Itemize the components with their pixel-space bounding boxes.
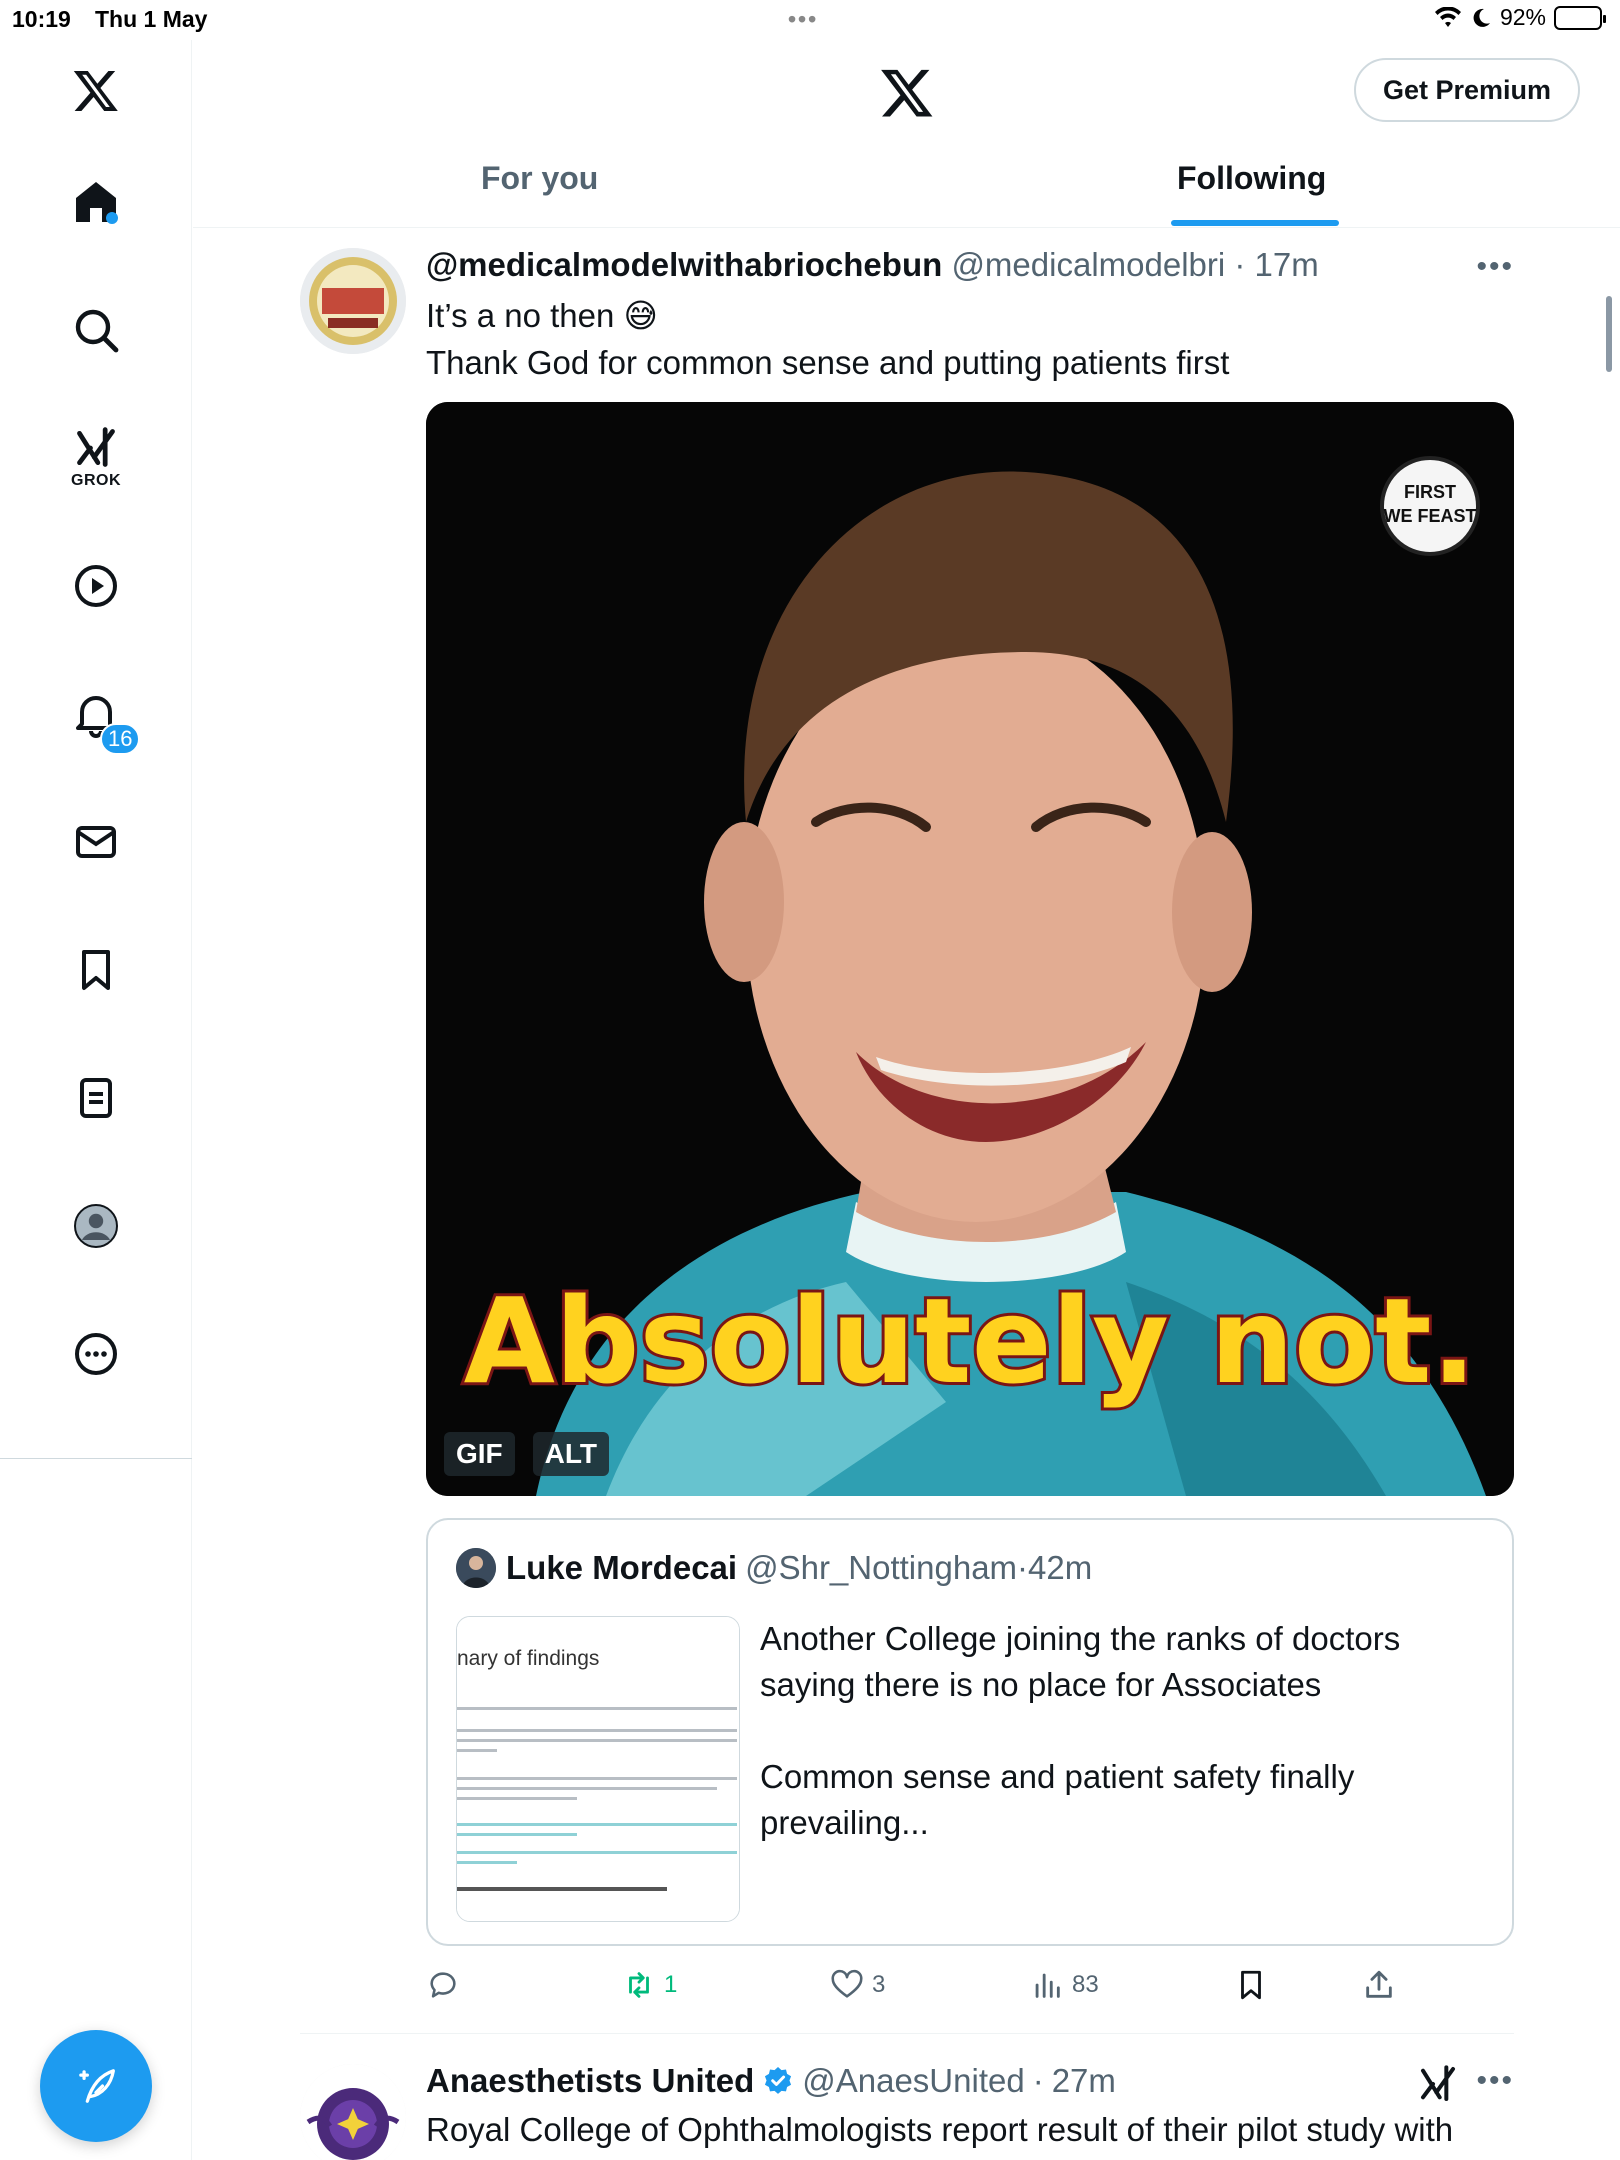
gif-badge: GIF — [444, 1432, 515, 1476]
lists-icon[interactable] — [56, 1058, 136, 1138]
tweet-text-line: Thank God for common sense and putting p… — [426, 344, 1230, 381]
author-name[interactable]: Anaesthetists United — [426, 2062, 754, 2100]
status-time: 10:19 — [12, 6, 71, 32]
like-button[interactable]: 3 — [830, 1968, 885, 2002]
compose-button[interactable] — [40, 2030, 152, 2142]
status-date: Thu 1 May — [95, 6, 208, 32]
quoted-tweet-header: Luke Mordecai @Shr_Nottingham · 42m — [456, 1548, 1092, 1588]
battery-percent: 92% — [1499, 4, 1546, 30]
author-name[interactable]: @medicalmodelwithabriochebun — [426, 246, 942, 283]
tweet[interactable]: Anaesthetists United @AnaesUnited · 27m ••… — [300, 2034, 1514, 2160]
views-button[interactable]: 83 — [1030, 1968, 1099, 2002]
tweet-header: @medicalmodelwithabriochebun @medicalmod… — [426, 246, 1319, 284]
status-bar: 10:19 Thu 1 May ••• 92% — [0, 0, 1620, 40]
dot-separator: · — [1017, 1549, 1029, 1586]
dot-separator: · — [1225, 246, 1255, 283]
profile-icon[interactable] — [56, 1186, 136, 1266]
moon-icon — [1473, 8, 1490, 27]
alt-badge[interactable]: ALT — [532, 1432, 610, 1476]
messages-icon[interactable] — [56, 802, 136, 882]
tweet-header: Anaesthetists United @AnaesUnited · 27m — [426, 2062, 1116, 2100]
quoted-tweet[interactable]: Luke Mordecai @Shr_Nottingham · 42m nary… — [426, 1518, 1514, 1946]
repost-count: 1 — [664, 1971, 678, 1998]
tab-following[interactable]: Following — [1177, 160, 1326, 197]
quoted-tweet-text: Another College joining the ranks of doc… — [760, 1620, 1401, 1841]
multitask-dots-icon[interactable]: ••• — [788, 6, 818, 33]
wifi-icon — [1434, 6, 1461, 27]
dot-separator: · — [1032, 2062, 1044, 2099]
views-icon — [1035, 1973, 1060, 1998]
timeline-header: Get Premium For you Following — [193, 40, 1620, 228]
heart-icon — [831, 1969, 863, 1998]
bookmark-icon — [1241, 1970, 1261, 2000]
tweet-text: Royal College of Ophthalmologists report… — [426, 2111, 1454, 2148]
author-handle[interactable]: @medicalmodelbri — [951, 246, 1225, 283]
svg-text:WE FEAST: WE FEAST — [1384, 506, 1477, 526]
tweet-actions: 1 3 83 — [426, 1968, 1436, 2018]
sidebar: GROK 16 — [0, 40, 192, 2160]
quoted-author-handle: @Shr_Nottingham — [745, 1549, 1018, 1586]
views-count: 83 — [1072, 1971, 1099, 1998]
quoted-time: 42m — [1028, 1549, 1093, 1586]
compose-icon — [79, 2069, 115, 2103]
like-count: 3 — [872, 1971, 886, 1998]
tweet-media-gif[interactable]: FIRST WE FEAST Absolutely not. GIF ALT — [426, 402, 1514, 1496]
avatar[interactable] — [300, 2064, 406, 2160]
video-icon[interactable] — [56, 546, 136, 626]
more-options-icon[interactable]: ••• — [1476, 250, 1514, 284]
notification-badge: 16 — [100, 723, 141, 755]
grok-explain-icon[interactable] — [1418, 2064, 1458, 2104]
home-unread-dot — [106, 212, 118, 224]
gif-frame-image: FIRST WE FEAST Absolutely not. — [426, 402, 1514, 1496]
x-logo-icon[interactable] — [56, 50, 136, 130]
author-handle[interactable]: @AnaesUnited — [802, 2062, 1024, 2100]
reply-icon — [430, 1972, 456, 1998]
grok-label: GROK — [71, 472, 121, 489]
gif-caption: Absolutely not. — [464, 1272, 1477, 1410]
get-premium-button[interactable]: Get Premium — [1354, 58, 1580, 122]
tweet-time[interactable]: 17m — [1255, 246, 1319, 283]
thumb-heading: nary of findings — [457, 1647, 599, 1670]
bookmark-button[interactable] — [1234, 1968, 1268, 2002]
repost-button[interactable]: 1 — [622, 1968, 677, 2002]
grok-icon[interactable]: GROK — [56, 418, 136, 498]
share-button[interactable] — [1362, 1968, 1396, 2002]
quoted-author-name: Luke Mordecai — [506, 1549, 738, 1586]
more-options-icon[interactable]: ••• — [1476, 2064, 1514, 2098]
active-tab-indicator — [1171, 220, 1339, 226]
home-icon[interactable] — [56, 162, 136, 242]
quoted-avatar — [456, 1548, 496, 1588]
tweet-text: It’s a no then 😅 Thank God for common se… — [426, 292, 1229, 386]
sidebar-divider — [0, 1458, 192, 1459]
reply-button[interactable] — [426, 1968, 468, 2002]
avatar[interactable] — [300, 248, 406, 354]
tweet-text-line: It’s a no then 😅 — [426, 297, 658, 334]
share-icon — [1366, 1970, 1392, 1998]
media-badges: GIF ALT — [444, 1432, 610, 1476]
bookmarks-icon[interactable] — [56, 930, 136, 1010]
tab-for-you[interactable]: For you — [481, 160, 598, 197]
status-right: 92% — [1434, 4, 1606, 31]
more-icon[interactable] — [56, 1314, 136, 1394]
repost-icon — [629, 1972, 649, 1998]
x-logo-header-icon[interactable] — [879, 64, 935, 120]
scrollbar[interactable] — [1606, 296, 1612, 372]
search-icon[interactable] — [56, 290, 136, 370]
battery-icon — [1554, 5, 1606, 30]
tweet-time[interactable]: 27m — [1052, 2062, 1116, 2100]
verified-badge-icon — [765, 2067, 792, 2094]
quoted-thumbnail-image: nary of findings — [456, 1616, 740, 1922]
svg-text:FIRST: FIRST — [1404, 482, 1456, 502]
